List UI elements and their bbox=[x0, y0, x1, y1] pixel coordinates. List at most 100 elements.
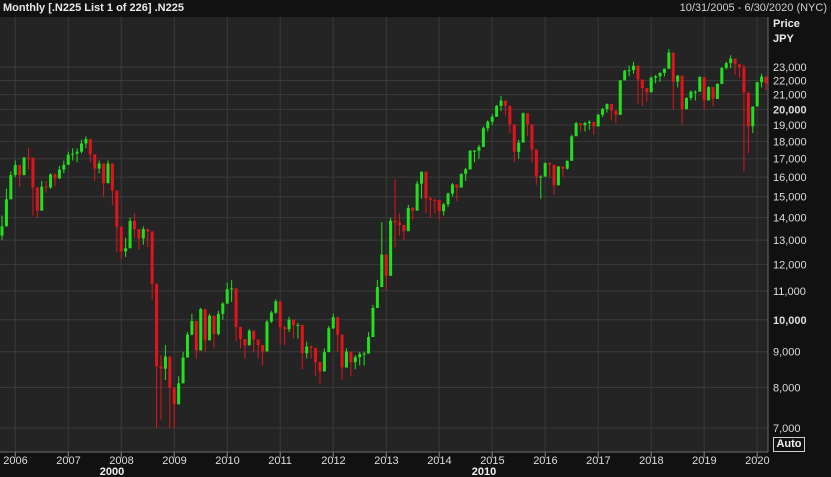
x-tick-label: 2009 bbox=[162, 455, 186, 467]
x-tick-label: 2012 bbox=[321, 455, 345, 467]
candle-body bbox=[216, 313, 220, 334]
candle-body bbox=[415, 183, 419, 211]
candle-body bbox=[13, 165, 17, 176]
candle-body bbox=[473, 150, 477, 152]
candle-body bbox=[0, 226, 4, 236]
x-tick-label: 2017 bbox=[586, 455, 610, 467]
candle-body bbox=[406, 207, 410, 232]
candle-body bbox=[680, 75, 684, 110]
candle-body bbox=[517, 142, 521, 152]
candle-body bbox=[110, 163, 114, 191]
candle-body bbox=[755, 82, 759, 107]
candle-body bbox=[534, 149, 538, 177]
candle-body bbox=[53, 174, 57, 179]
y-tick-label: 17,000 bbox=[773, 154, 807, 166]
candle-body bbox=[57, 169, 61, 179]
y-tick-label: 15,000 bbox=[773, 192, 807, 204]
candle-body bbox=[596, 114, 600, 127]
auto-scale-button[interactable]: Auto bbox=[773, 437, 805, 452]
candle-body bbox=[296, 324, 300, 326]
candle-body bbox=[751, 106, 755, 127]
candle-body bbox=[645, 88, 649, 93]
candle-body bbox=[212, 315, 216, 334]
y-tick-label: 13,000 bbox=[773, 235, 807, 247]
x-tick-label: 2018 bbox=[639, 455, 663, 467]
candle-body bbox=[521, 113, 525, 143]
y-axis-title: Price bbox=[773, 18, 800, 30]
candle-body bbox=[181, 357, 185, 384]
candle-body bbox=[477, 146, 481, 151]
candle-body bbox=[230, 288, 234, 290]
candle-body bbox=[424, 171, 428, 199]
candle-body bbox=[93, 154, 97, 169]
candle-body bbox=[667, 52, 671, 69]
candle-body bbox=[375, 287, 379, 309]
candle-body bbox=[733, 58, 737, 65]
candle-body bbox=[503, 100, 507, 106]
candle-body bbox=[4, 199, 8, 227]
candle-body bbox=[495, 105, 499, 117]
candle-body bbox=[291, 319, 295, 326]
y-tick-label: 10,000 bbox=[773, 315, 807, 327]
plot-area bbox=[0, 17, 768, 452]
candle-body bbox=[309, 346, 313, 348]
candle-body bbox=[278, 301, 282, 328]
candle-body bbox=[481, 128, 485, 147]
candle-body bbox=[40, 186, 44, 211]
chart-canvas[interactable]: 23,00022,000 21,000 20,000 19,000 18,000 17,0… bbox=[0, 0, 831, 477]
candle-body bbox=[389, 220, 393, 276]
candle-body bbox=[274, 301, 278, 313]
candle-body bbox=[468, 150, 472, 170]
candle-body bbox=[702, 76, 706, 101]
candle-body bbox=[265, 321, 269, 352]
y-tick-label: 9,000 bbox=[773, 347, 801, 359]
candle-body bbox=[199, 309, 203, 351]
y-tick-label: 14,000 bbox=[773, 213, 807, 225]
candle-body bbox=[44, 186, 48, 188]
candle-body bbox=[172, 387, 176, 405]
candle-body bbox=[556, 166, 560, 186]
candle-body bbox=[676, 75, 680, 82]
candle-body bbox=[411, 207, 415, 211]
candle-body bbox=[208, 315, 212, 341]
candle-body bbox=[724, 63, 728, 68]
x-decade-label: 2010 bbox=[472, 466, 496, 477]
candle-body bbox=[177, 383, 181, 405]
candle-body bbox=[150, 231, 154, 284]
x-tick-label: 2010 bbox=[215, 455, 239, 467]
candle-body bbox=[124, 248, 128, 252]
y-tick-label: 16,000 bbox=[773, 172, 807, 184]
candle-body bbox=[137, 229, 141, 239]
x-tick-label: 2019 bbox=[692, 455, 716, 467]
candle-body bbox=[543, 163, 547, 177]
candle-body bbox=[367, 337, 371, 354]
candle-body bbox=[623, 70, 627, 81]
candle-body bbox=[185, 334, 189, 358]
candle-body bbox=[428, 198, 432, 200]
candle-body bbox=[393, 220, 397, 223]
x-decade-label: 2000 bbox=[100, 466, 124, 477]
candle-body bbox=[26, 157, 30, 159]
candle-body bbox=[486, 121, 490, 129]
candle-body bbox=[433, 199, 437, 201]
candle-body bbox=[349, 351, 353, 363]
candle-body bbox=[102, 163, 106, 184]
candle-body bbox=[402, 224, 406, 232]
candle-body bbox=[380, 254, 384, 288]
y-tick-label: 23,000 bbox=[773, 62, 807, 74]
candle-body bbox=[508, 105, 512, 125]
candle-body bbox=[450, 184, 454, 194]
candle-body bbox=[314, 347, 318, 363]
candle-body bbox=[384, 254, 388, 276]
x-tick-label: 2016 bbox=[533, 455, 557, 467]
candle-body bbox=[163, 356, 167, 369]
candle-body bbox=[97, 163, 101, 169]
candle-body bbox=[300, 324, 304, 354]
candle-body bbox=[636, 65, 640, 80]
candle-body bbox=[132, 220, 136, 230]
candle-body bbox=[640, 79, 644, 89]
candle-body bbox=[455, 184, 459, 188]
candle-body bbox=[340, 334, 344, 368]
candle-body bbox=[442, 204, 446, 212]
candle-body bbox=[446, 193, 450, 205]
